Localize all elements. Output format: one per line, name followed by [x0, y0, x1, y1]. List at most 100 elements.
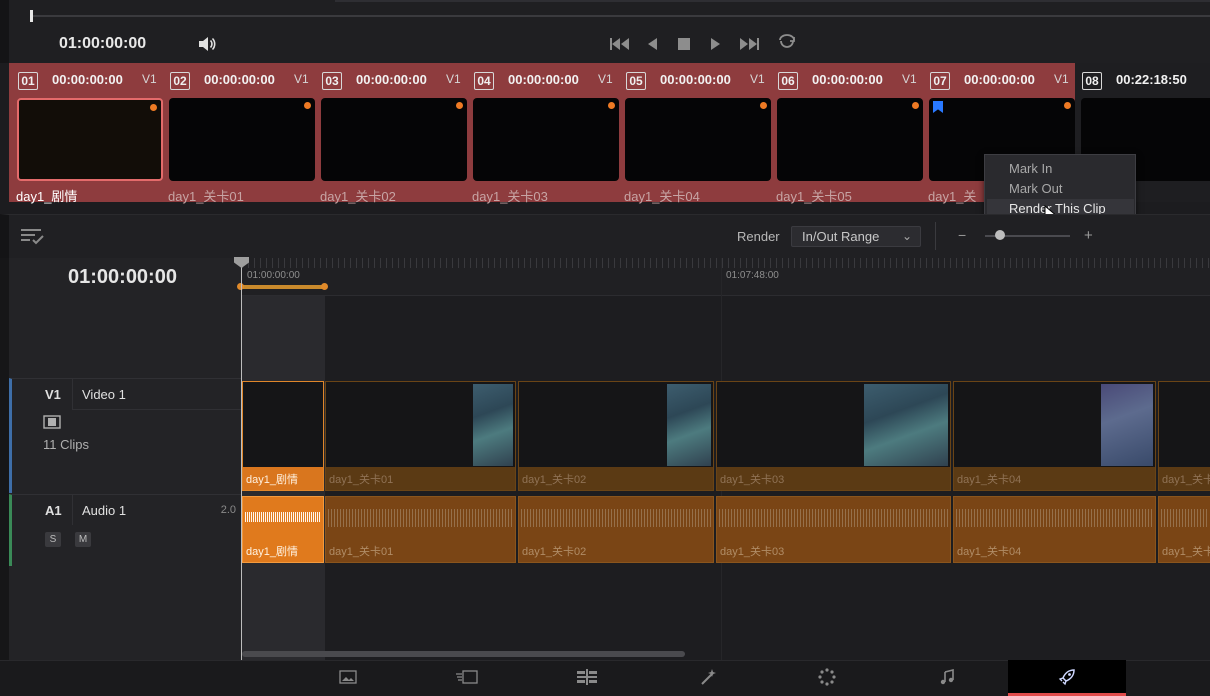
clip-thumbnail	[473, 384, 513, 466]
ruler-label: 01:07:48:00	[726, 270, 779, 281]
zoom-in-button[interactable]: +	[1084, 227, 1093, 244]
page-cut[interactable]	[447, 663, 487, 691]
timeline-video-clip[interactable]: day1_关卡	[1158, 381, 1210, 491]
clip-number: 08	[1082, 72, 1102, 90]
clip-name: day1_关卡03	[472, 189, 548, 204]
clip-label: day1_关卡03	[720, 546, 785, 558]
viewer-scrubber[interactable]	[30, 15, 1210, 17]
playhead[interactable]	[241, 258, 242, 660]
timeline-edge	[0, 258, 9, 660]
clip-label: day1_关卡01	[326, 467, 515, 490]
menu-item-mark-out[interactable]: Mark Out	[1009, 181, 1062, 196]
timeline-audio-clip[interactable]: day1_关卡03	[716, 496, 951, 563]
audio-waveform	[1161, 509, 1208, 527]
track-divider	[72, 379, 73, 409]
clip-card[interactable]: 03 00:00:00:00 V1 day1_关卡02	[313, 63, 467, 204]
stop-icon[interactable]	[677, 34, 691, 54]
timeline-audio-clip[interactable]: day1_剧情	[242, 496, 324, 563]
clip-name: day1_关卡02	[320, 189, 396, 204]
clip-thumbnail[interactable]	[17, 98, 163, 181]
track-divider	[72, 409, 244, 410]
play-icon[interactable]	[708, 34, 722, 54]
page-color[interactable]	[807, 663, 847, 691]
clip-label: day1_关卡02	[519, 467, 713, 490]
clip-timecode: 00:00:00:00	[660, 72, 731, 87]
clip-timecode: 00:00:00:00	[204, 72, 275, 87]
clip-timecode: 00:00:00:00	[52, 72, 123, 87]
clip-number: 02	[170, 72, 190, 90]
loop-icon[interactable]	[776, 34, 798, 54]
viewer-transport	[0, 0, 1210, 63]
clip-thumbnail[interactable]	[625, 98, 771, 181]
clip-number: 07	[930, 72, 950, 90]
clip-card[interactable]: 05 00:00:00:00 V1 day1_关卡04	[617, 63, 771, 204]
audio-waveform	[956, 509, 1153, 527]
clip-number: 03	[322, 72, 342, 90]
zoom-out-button[interactable]: −	[958, 227, 966, 243]
clip-name: day1_关卡04	[624, 189, 700, 204]
timeline-audio-clip[interactable]: day1_关卡	[1158, 496, 1210, 563]
clip-name: day1_关卡05	[776, 189, 852, 204]
audio-track-header[interactable]: A1 Audio 1 2.0 S M	[9, 494, 241, 566]
audio-waveform	[245, 512, 321, 522]
solo-button[interactable]: S	[45, 532, 61, 547]
clip-name: day1_关卡01	[168, 189, 244, 204]
clip-card[interactable]: 06 00:00:00:00 V1 day1_关卡05	[769, 63, 923, 204]
page-media[interactable]	[328, 663, 368, 691]
clip-label: day1_关卡01	[329, 546, 394, 558]
viewer-scrub-head[interactable]	[30, 10, 33, 22]
bookmark-flag-icon	[933, 101, 943, 113]
color-icon	[818, 668, 836, 686]
checklist-icon[interactable]	[20, 226, 46, 246]
timeline-video-clip[interactable]: day1_关卡02	[518, 381, 714, 491]
rocket-icon	[1058, 669, 1075, 686]
out-point-handle[interactable]	[321, 283, 328, 290]
audio-waveform	[521, 509, 711, 527]
audio-waveform	[719, 509, 948, 527]
clip-timecode: 00:00:00:00	[356, 72, 427, 87]
timeline-video-clip[interactable]: day1_关卡01	[325, 381, 516, 491]
page-edit[interactable]	[567, 663, 607, 691]
clip-thumbnail[interactable]	[777, 98, 923, 181]
clip-timecode: 00:00:00:00	[964, 72, 1035, 87]
mute-button[interactable]: M	[75, 532, 91, 547]
timeline-video-clip[interactable]: day1_剧情	[242, 381, 324, 491]
timeline-video-clip[interactable]: day1_关卡03	[716, 381, 951, 491]
clip-track: V1	[446, 72, 461, 86]
page-fairlight[interactable]	[927, 663, 967, 691]
clip-thumbnail[interactable]	[473, 98, 619, 181]
timeline-audio-clip[interactable]: day1_关卡04	[953, 496, 1156, 563]
track-divider	[72, 495, 73, 525]
timeline-audio-clip[interactable]: day1_关卡02	[518, 496, 714, 563]
clip-card[interactable]: 02 00:00:00:00 V1 day1_关卡01	[161, 63, 315, 204]
clip-thumbnail[interactable]	[321, 98, 467, 181]
music-note-icon	[940, 669, 954, 685]
clip-marker-dot	[456, 102, 463, 109]
viewer-timecode: 01:00:00:00	[59, 35, 147, 52]
clip-card[interactable]: 04 00:00:00:00 V1 day1_关卡03	[465, 63, 619, 204]
timeline-video-clip[interactable]: day1_关卡04	[953, 381, 1156, 491]
volume-icon[interactable]	[197, 34, 217, 54]
clip-number: 06	[778, 72, 798, 90]
zoom-slider-handle[interactable]	[995, 230, 1005, 240]
jump-to-end-icon[interactable]	[738, 34, 760, 54]
clip-card[interactable]: 01 00:00:00:00 V1 day1_剧情	[9, 63, 163, 204]
timeline-audio-clip[interactable]: day1_关卡01	[325, 496, 516, 563]
timeline-scrollbar[interactable]	[242, 651, 685, 657]
clip-track: V1	[750, 72, 765, 86]
render-range-select[interactable]: In/Out Range ⌄	[791, 226, 921, 247]
clip-label: day1_剧情	[243, 467, 323, 490]
page-deliver[interactable]	[1047, 663, 1087, 691]
jump-to-start-icon[interactable]	[609, 34, 631, 54]
clip-number: 05	[626, 72, 646, 90]
clip-context-menu: Mark In Mark Out Render This Clip	[984, 154, 1136, 222]
step-back-icon[interactable]	[646, 34, 660, 54]
clip-thumbnail[interactable]	[169, 98, 315, 181]
menu-item-mark-in[interactable]: Mark In	[1009, 161, 1052, 176]
in-out-range-bar[interactable]	[240, 285, 326, 289]
clip-marker-dot	[1064, 102, 1071, 109]
page-fusion[interactable]	[688, 663, 728, 691]
clip-marker-dot	[760, 102, 767, 109]
clip-timecode: 00:22:18:50	[1116, 72, 1187, 87]
video-track-header[interactable]: V1 Video 1 11 Clips	[9, 378, 244, 493]
